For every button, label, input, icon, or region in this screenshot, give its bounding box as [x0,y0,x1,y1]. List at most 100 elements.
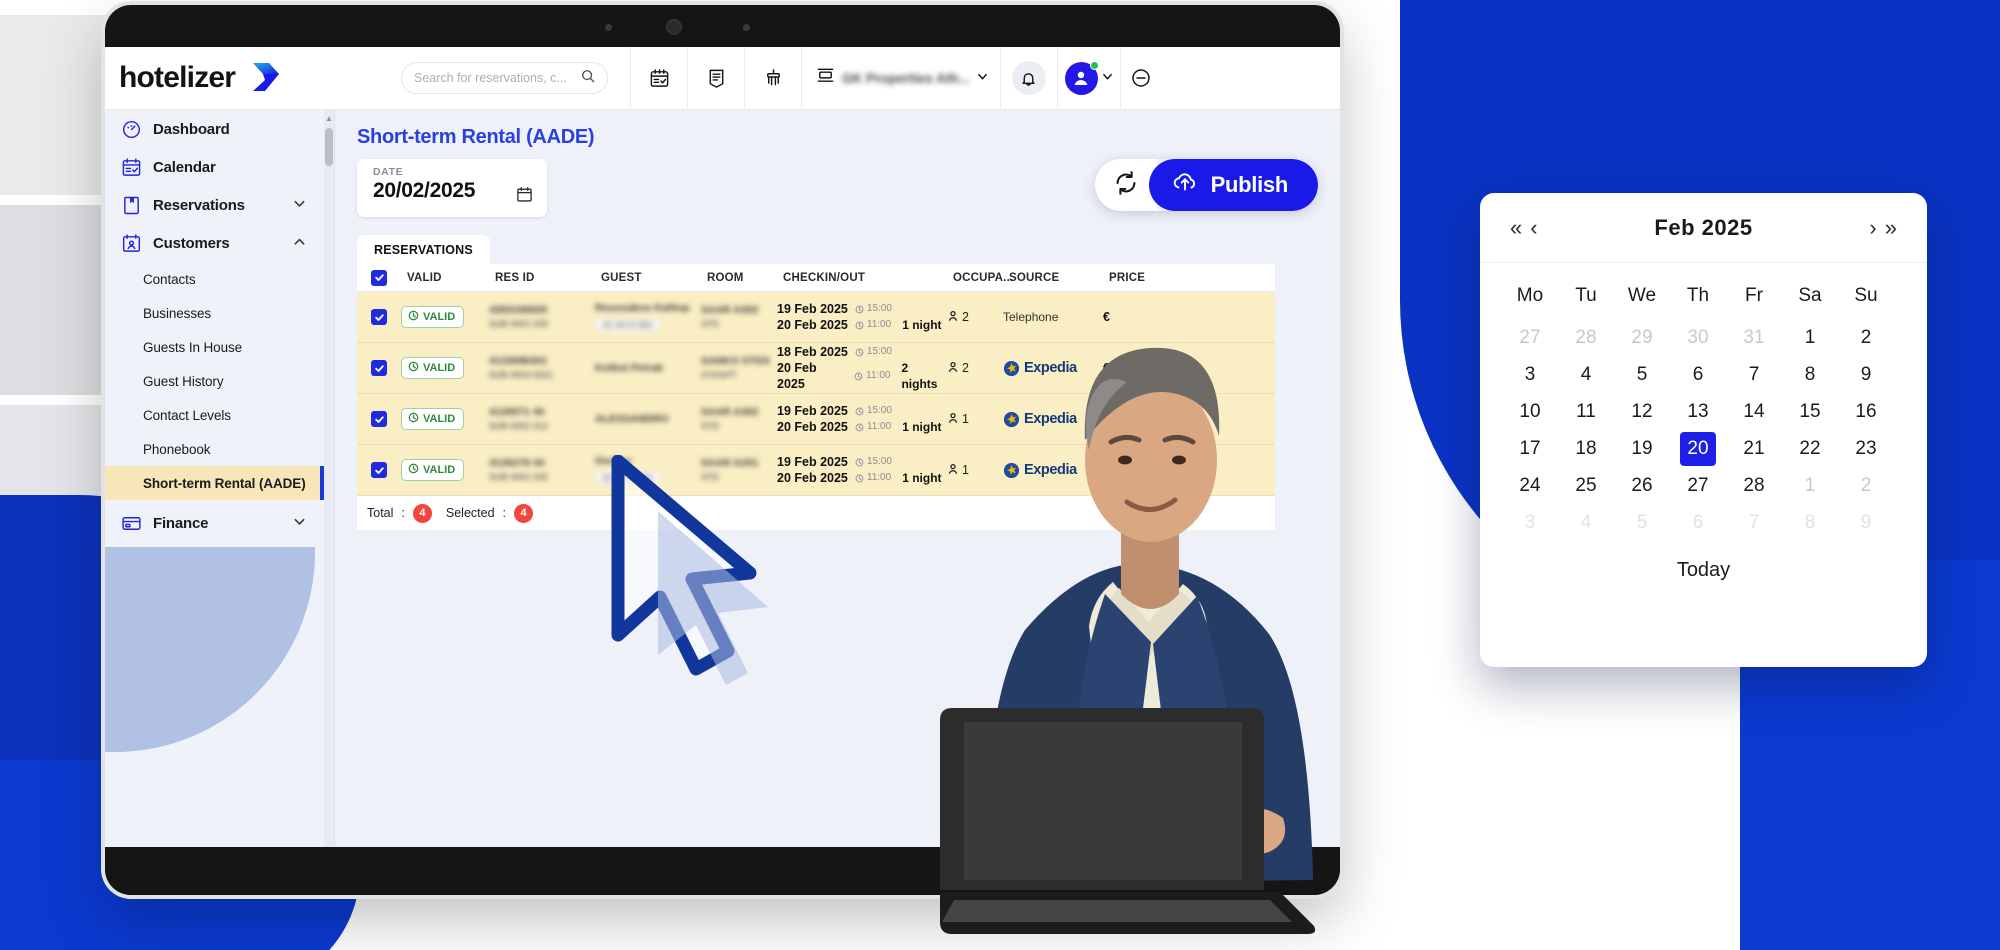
calendar-day[interactable]: 25 [1558,467,1614,504]
calendar-small-icon[interactable] [516,186,533,208]
calendar-day[interactable]: 8 [1782,356,1838,393]
clipboard-list-icon[interactable] [688,47,744,110]
chevron-down-icon[interactable] [293,197,306,213]
sidebar-item-phonebook[interactable]: Phonebook [105,432,334,466]
sidebar-item-calendar[interactable]: Calendar [105,148,334,186]
checkbox-checked-icon[interactable] [371,360,387,376]
checkbox-checked-icon[interactable] [371,462,387,478]
sidebar-item-finance[interactable]: Finance [105,504,334,542]
row-checkbox[interactable] [357,462,401,478]
column-header-res-id[interactable]: RES ID [489,272,595,284]
sidebar-item-dashboard[interactable]: Dashboard [105,110,334,148]
calendar-day[interactable]: 18 [1558,430,1614,467]
search-input[interactable] [414,71,575,85]
help-circle-icon[interactable] [1121,47,1161,110]
calendar-day[interactable]: 14 [1726,393,1782,430]
next-month-button[interactable]: › [1865,216,1880,239]
notifications-button[interactable] [1001,47,1057,110]
scrollbar-thumb[interactable] [325,128,333,166]
brand-logo[interactable]: hotelizer [105,58,405,98]
calendar-day[interactable]: 26 [1614,467,1670,504]
calendar-day-selected[interactable]: 20 [1670,430,1726,467]
calendar-day[interactable]: 30 [1670,319,1726,356]
column-header-valid[interactable]: VALID [401,272,489,284]
date-field[interactable]: DATE 20/02/2025 [357,159,547,217]
account-menu[interactable] [1058,47,1120,110]
calendar-day[interactable]: 1 [1782,319,1838,356]
calendar-day[interactable]: 11 [1558,393,1614,430]
calendar-day[interactable]: 9 [1838,504,1894,541]
calendar-day[interactable]: 10 [1502,393,1558,430]
chevron-up-icon[interactable] [293,235,306,251]
row-checkbox[interactable] [357,360,401,376]
calendar-day[interactable]: 1 [1782,467,1838,504]
global-search[interactable] [401,62,608,94]
prev-month-button[interactable]: ‹ [1526,216,1541,239]
calendar-day[interactable]: 31 [1726,319,1782,356]
calendar-day[interactable]: 2 [1838,467,1894,504]
sidebar-item-guest-history[interactable]: Guest History [105,364,334,398]
sidebar-scrollbar[interactable]: ▲ [324,110,334,847]
column-header-guest[interactable]: GUEST [595,272,701,284]
calendar-day[interactable]: 5 [1614,356,1670,393]
calendar-check-icon[interactable] [631,47,687,110]
calendar-day[interactable]: 8 [1782,504,1838,541]
calendar-day-selected-chip[interactable]: 20 [1680,431,1716,466]
next-year-button[interactable]: » [1881,216,1901,239]
calendar-day[interactable]: 4 [1558,504,1614,541]
sidebar-item-short-term-rental-aade[interactable]: Short-term Rental (AADE) [105,466,334,500]
column-header-checkin-out[interactable]: CHECKIN/OUT [777,272,947,284]
calendar-day[interactable]: 12 [1614,393,1670,430]
calendar-day[interactable]: 15 [1782,393,1838,430]
calendar-day[interactable]: 9 [1838,356,1894,393]
column-header-room[interactable]: ROOM [701,272,777,284]
calendar-day[interactable]: 29 [1614,319,1670,356]
calendar-day[interactable]: 13 [1670,393,1726,430]
calendar-today-button[interactable]: Today [1480,541,1927,599]
date-picker-popover[interactable]: « ‹ Feb 2025 › » Mo Tu We Th Fr Sa Su 27… [1480,193,1927,667]
calendar-day[interactable]: 2 [1838,319,1894,356]
chevron-down-icon[interactable] [1102,69,1113,87]
calendar-day[interactable]: 28 [1726,467,1782,504]
bell-icon[interactable] [1011,61,1046,95]
column-header-price[interactable]: PRICE [1103,272,1193,284]
sidebar-item-contacts[interactable]: Contacts [105,262,334,296]
calendar-day[interactable]: 24 [1502,467,1558,504]
calendar-day[interactable]: 6 [1670,356,1726,393]
calendar-day[interactable]: 28 [1558,319,1614,356]
calendar-day[interactable]: 22 [1782,430,1838,467]
column-header-occupancy[interactable]: OCCUPA... [947,272,1013,284]
select-all-checkbox[interactable] [357,269,401,286]
row-checkbox[interactable] [357,309,401,325]
search-icon[interactable] [581,69,595,88]
sidebar-item-customers[interactable]: Customers [105,224,334,262]
housekeeping-broom-icon[interactable] [745,47,801,110]
calendar-day[interactable]: 16 [1838,393,1894,430]
calendar-day[interactable]: 3 [1502,504,1558,541]
property-selector[interactable]: GK Properties Ath... [802,47,1000,110]
checkbox-checked-icon[interactable] [371,309,387,325]
column-header-source[interactable]: SOURCE [1003,272,1103,284]
calendar-day[interactable]: 6 [1670,504,1726,541]
sidebar-item-reservations[interactable]: Reservations [105,186,334,224]
refresh-button[interactable] [1094,159,1157,211]
calendar-day[interactable]: 27 [1502,319,1558,356]
sidebar-item-guests-in-house[interactable]: Guests In House [105,330,334,364]
user-avatar-icon[interactable] [1064,60,1099,95]
checkbox-checked-icon[interactable] [371,411,387,427]
calendar-day[interactable]: 3 [1502,356,1558,393]
checkbox-checked-icon[interactable] [371,269,387,286]
row-checkbox[interactable] [357,411,401,427]
calendar-day[interactable]: 21 [1726,430,1782,467]
calendar-day[interactable]: 27 [1670,467,1726,504]
prev-year-button[interactable]: « [1506,216,1526,239]
calendar-day[interactable]: 4 [1558,356,1614,393]
sidebar-item-contact-levels[interactable]: Contact Levels [105,398,334,432]
calendar-day[interactable]: 17 [1502,430,1558,467]
tab-reservations[interactable]: RESERVATIONS [357,235,490,264]
publish-button[interactable]: Publish [1148,159,1318,211]
calendar-day[interactable]: 5 [1614,504,1670,541]
chevron-down-icon[interactable] [293,515,306,531]
scroll-up-arrow-icon[interactable]: ▲ [325,114,333,123]
calendar-day[interactable]: 7 [1726,356,1782,393]
